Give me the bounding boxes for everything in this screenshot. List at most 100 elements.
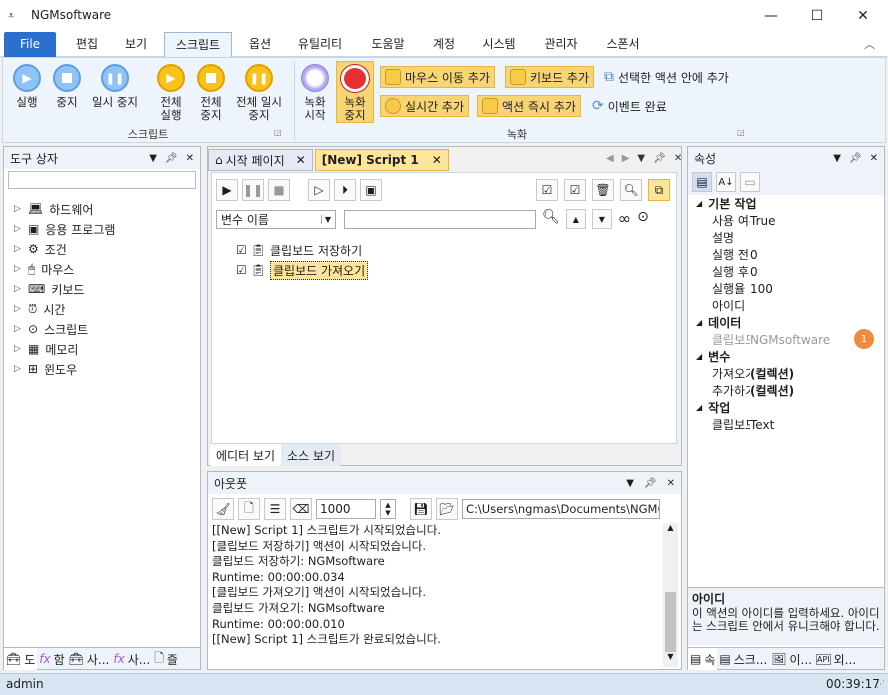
play-icon[interactable]: ▶ (216, 179, 238, 201)
prop-rate[interactable]: 실행율 100 (688, 280, 884, 297)
down-icon[interactable]: ▼ (591, 209, 612, 229)
stop-all-button[interactable]: 전체 중지 (191, 64, 231, 122)
tree-item-mouse[interactable]: ▷ 🖱︎ 마우스 (14, 259, 200, 279)
close-icon[interactable]: ✕ (296, 153, 306, 167)
variable-select[interactable]: 변수 이름 ▼ (216, 210, 336, 229)
wrap-lines-icon[interactable]: ☰ (264, 498, 286, 520)
property-pages-icon[interactable]: ▭ (740, 172, 760, 192)
tab-script-list[interactable]: ▤ 스크... (717, 648, 769, 670)
tab-source-view[interactable]: 소스 보기 (281, 444, 341, 466)
step-over-icon[interactable]: ▣ (360, 179, 382, 201)
menu-sponsor[interactable]: 스폰서 (598, 32, 648, 57)
save-icon[interactable]: 💾︎ (410, 498, 432, 520)
section-data[interactable]: ◢ 데이터 (688, 314, 884, 331)
tab-list-icon[interactable]: ▼ (637, 153, 645, 164)
run-all-button[interactable]: ▶ 전체 실행 (151, 64, 191, 122)
close-icon[interactable]: ✕ (432, 153, 442, 167)
pin-icon[interactable]: 📌︎ (165, 153, 178, 164)
menu-system[interactable]: 시스템 (474, 32, 524, 57)
menu-admin[interactable]: 관리자 (536, 32, 586, 57)
more-icon[interactable]: ⊙ (637, 209, 649, 229)
maximize-button[interactable]: ☐ (794, 0, 840, 32)
minimize-button[interactable]: — (748, 0, 794, 32)
tree-item-condition[interactable]: ▷ ⚙︎ 조건 (14, 239, 200, 259)
tab-start-page[interactable]: ⌂ 시작 페이지 ✕ (208, 149, 313, 171)
tab-toolbox[interactable]: 🧰︎ 도 (4, 648, 38, 670)
search-icon[interactable]: 🔍︎ (542, 209, 560, 229)
menu-edit[interactable]: 편집 (64, 32, 110, 57)
menu-script[interactable]: 스크립트 (164, 32, 232, 58)
tab-properties[interactable]: ▤ 속 (688, 648, 718, 670)
stop-button[interactable]: 중지 (49, 64, 85, 109)
close-icon[interactable]: ✕ (674, 153, 682, 164)
dialog-launcher-icon[interactable]: ◲ (737, 128, 745, 137)
output-scrollbar[interactable]: ▲ ▼ (663, 523, 678, 667)
eraser-icon[interactable]: ⌫ (290, 498, 312, 520)
record-start-button[interactable]: 녹화 시작 (297, 64, 333, 122)
menu-help[interactable]: 도움말 (362, 32, 414, 57)
menu-options[interactable]: 옵션 (238, 32, 282, 57)
action-item-selected[interactable]: ☑ 📋︎ 클립보드 가져오기 (236, 260, 369, 280)
step-icon[interactable]: ▷ (308, 179, 330, 201)
prop-add[interactable]: 추가하기(컬렉션) (688, 382, 884, 399)
run-button[interactable]: ▶ 실행 (7, 64, 47, 109)
folder-icon[interactable]: 📂︎ (436, 498, 458, 520)
menu-file[interactable]: File (4, 32, 56, 57)
add-action-now-button[interactable]: 액션 즉시 추가 (477, 95, 581, 117)
pin-icon[interactable]: 📌︎ (644, 478, 657, 489)
resize-grip-icon[interactable]: ⋰ (876, 680, 885, 690)
check-all-icon[interactable]: ☑ (536, 179, 558, 201)
clear-broom-icon[interactable]: 🧹︎ (212, 498, 234, 520)
prop-id[interactable]: 아이디 (688, 297, 884, 314)
prop-before[interactable]: 실행 전 지0 (688, 246, 884, 263)
dropdown-icon[interactable]: ▼ (149, 153, 157, 164)
tab-user-function[interactable]: fx 사... (111, 648, 152, 670)
record-stop-button[interactable]: 녹화 중지 (336, 61, 374, 123)
tree-view-icon[interactable]: ⧉ (648, 179, 670, 201)
prop-desc[interactable]: 설명 (688, 229, 884, 246)
count-stepper[interactable]: ▲ ▼ (380, 499, 396, 519)
dialog-launcher-icon[interactable]: ◲ (274, 128, 282, 137)
add-keyboard-button[interactable]: 키보드 추가 (505, 66, 595, 88)
dropdown-icon[interactable]: ▼ (626, 478, 634, 489)
prop-use[interactable]: 사용 여부True (688, 212, 884, 229)
prop-clipboard[interactable]: 클립보드 :NGMsoftware 1 (688, 329, 884, 349)
tab-prev-icon[interactable]: ◀ (606, 153, 614, 164)
system-menu-icon[interactable]: ⩡ (8, 9, 14, 23)
path-field[interactable]: C:\Users\ngmas\Documents\NGM6\ (462, 499, 660, 519)
tab-image[interactable]: 🖼︎ 이... (769, 648, 814, 670)
tree-item-memory[interactable]: ▷ ▦ 메모리 (14, 339, 200, 359)
pause-icon[interactable]: ❚❚ (242, 179, 264, 201)
tree-item-window[interactable]: ▷ ⊞ 윈도우 (14, 359, 200, 379)
collapse-ribbon-icon[interactable]: ︿ (864, 36, 875, 52)
pause-all-button[interactable]: ❚❚ 전체 일시 중지 (231, 64, 287, 122)
toolbox-search-input[interactable] (8, 171, 196, 189)
tree-item-time[interactable]: ▷ ⏰︎ 시간 (14, 299, 200, 319)
delete-icon[interactable]: 🗑︎ (592, 179, 614, 201)
event-done-button[interactable]: ⟳ 이벤트 완료 (588, 95, 671, 117)
tab-functions[interactable]: fx 함 (37, 648, 66, 670)
prop-get[interactable]: 가져오기(컬렉션) (688, 365, 884, 382)
sort-az-icon[interactable]: A↓ (716, 172, 736, 192)
tree-item-hardware[interactable]: ▷ 💻︎ 하드웨어 (14, 199, 200, 219)
tab-script-1[interactable]: [New] Script 1 ✕ (314, 149, 449, 171)
tree-item-keyboard[interactable]: ▷ ⌨︎ 키보드 (14, 279, 200, 299)
add-in-action-button[interactable]: ⧉ 선택한 액션 안에 추가 (600, 66, 733, 88)
menu-utility[interactable]: 유틸리티 (290, 32, 350, 57)
prop-after[interactable]: 실행 후 지0 (688, 263, 884, 280)
pin-icon[interactable]: 📌︎ (653, 153, 666, 164)
add-mouse-move-button[interactable]: 마우스 이동 추가 (380, 66, 495, 88)
settings-doc-icon[interactable]: 🗋 (238, 498, 260, 520)
tab-next-icon[interactable]: ▶ (622, 153, 630, 164)
menu-account[interactable]: 계정 (424, 32, 464, 57)
tab-editor-view[interactable]: 에디터 보기 (210, 444, 282, 466)
tab-favorites[interactable]: 🗋 즐 (152, 648, 180, 670)
infinity-icon[interactable]: ∞ (618, 209, 631, 229)
pause-button[interactable]: ❚❚ 일시 중지 (87, 64, 143, 109)
action-item[interactable]: ☑ 📋︎ 클립보드 저장하기 (236, 240, 368, 260)
tab-user[interactable]: 🧰︎ 사... (67, 648, 112, 670)
close-icon[interactable]: ✕ (186, 153, 194, 164)
section-basic[interactable]: ◢ 기본 작업 (688, 195, 884, 212)
prop-clipboard-type[interactable]: 클립보드 [Text (688, 416, 884, 433)
pin-icon[interactable]: 📌︎ (849, 153, 862, 164)
